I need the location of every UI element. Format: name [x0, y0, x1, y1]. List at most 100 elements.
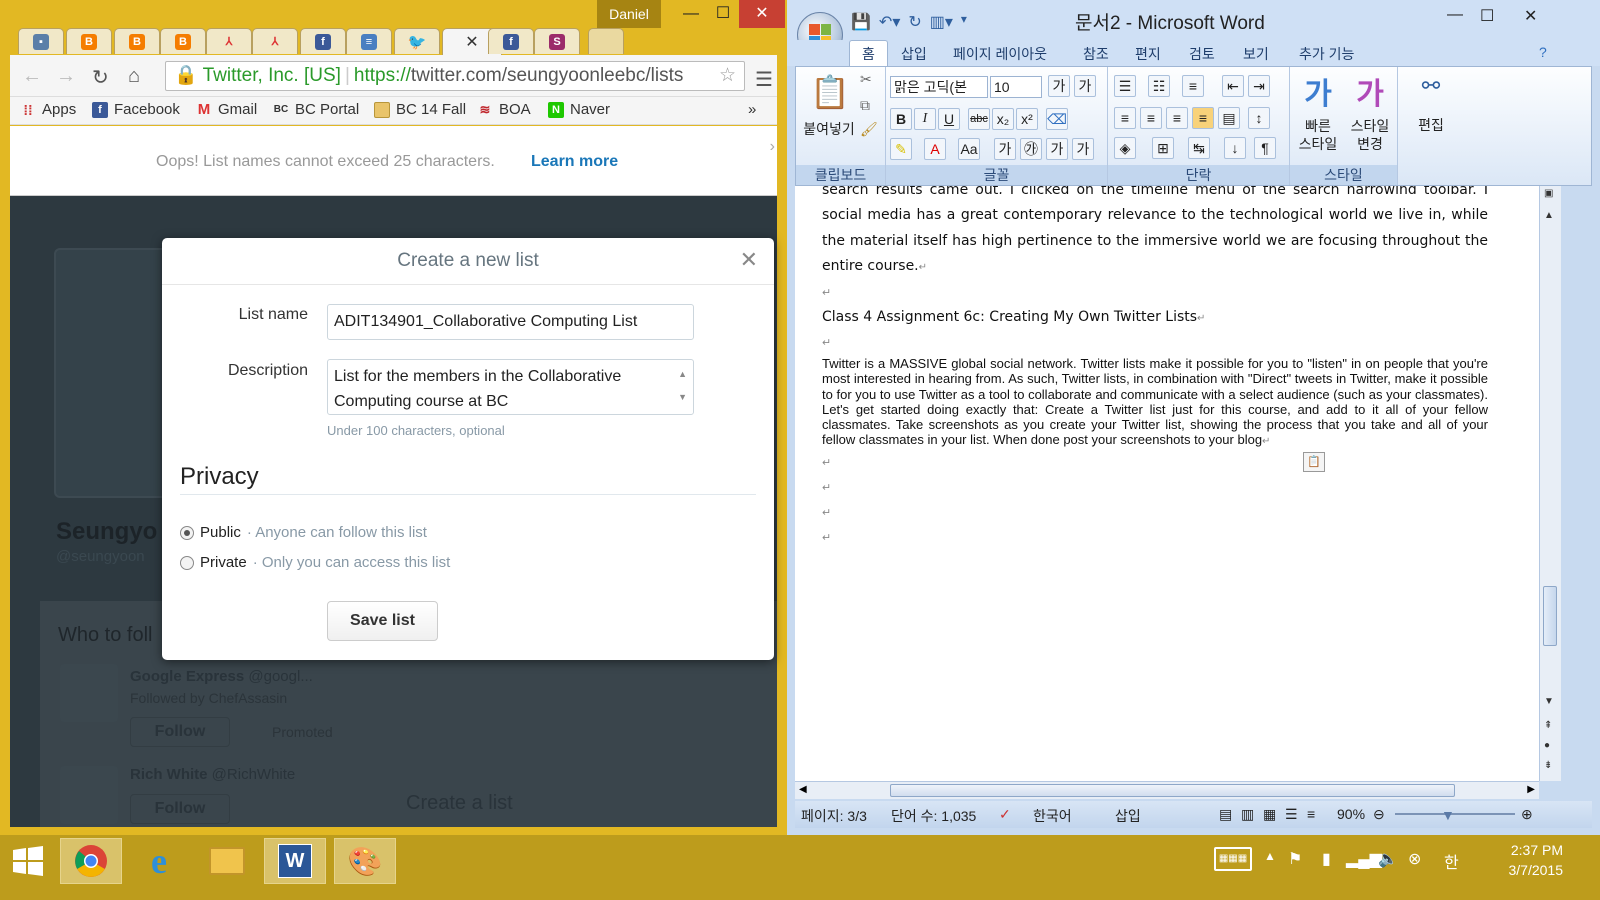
browser-tab[interactable]: f: [300, 28, 346, 54]
help-icon[interactable]: ?: [1539, 44, 1547, 60]
browser-tab[interactable]: ≡: [346, 28, 392, 54]
sort-icon[interactable]: ↓: [1224, 137, 1246, 159]
new-tab-button[interactable]: [588, 28, 624, 54]
scroll-down-icon[interactable]: ▼: [678, 385, 687, 410]
char-shading-icon[interactable]: 가: [994, 138, 1016, 160]
scroll-thumb[interactable]: [890, 784, 1455, 797]
justify-icon[interactable]: ≡: [1192, 107, 1214, 129]
bold-icon[interactable]: B: [890, 108, 912, 130]
insert-mode[interactable]: 삽입: [1115, 806, 1141, 826]
taskbar-word[interactable]: W: [264, 838, 326, 884]
bookmark-gmail[interactable]: M Gmail: [196, 101, 257, 118]
vertical-scrollbar[interactable]: ▣ ▲ ▼ ⇞ ● ⇟: [1539, 186, 1561, 781]
show-marks-icon[interactable]: ¶: [1254, 137, 1276, 159]
address-bar[interactable]: 🔒 Twitter, Inc. [US] | https://twitter.com…: [165, 61, 745, 91]
multilevel-list-icon[interactable]: ≡: [1182, 75, 1204, 97]
bookmark-bc-portal[interactable]: BC BC Portal: [273, 101, 359, 118]
scroll-right-icon[interactable]: ▶: [1527, 784, 1535, 795]
bookmark-bc-14-fall[interactable]: BC 14 Fall: [374, 101, 466, 118]
decrease-indent-icon[interactable]: ⇤: [1222, 75, 1244, 97]
zoom-out-icon[interactable]: ⊖: [1373, 806, 1385, 823]
char-border-icon[interactable]: 가: [1072, 138, 1094, 160]
binoculars-icon[interactable]: ⚯: [1410, 73, 1452, 99]
zoom-level[interactable]: 90%: [1337, 806, 1365, 822]
description-textarea[interactable]: List for the members in the Collaborativ…: [327, 359, 694, 415]
ruler-toggle-icon[interactable]: ▣: [1544, 188, 1553, 199]
show-hidden-icons[interactable]: ▲: [1264, 849, 1276, 863]
home-icon[interactable]: ⌂: [128, 65, 140, 88]
clear-format-icon[interactable]: ⌫: [1046, 108, 1068, 130]
tab-view[interactable]: 보기: [1243, 44, 1269, 64]
quick-styles-button[interactable]: 빠른 스타일: [1292, 117, 1344, 153]
tab-review[interactable]: 검토: [1189, 44, 1215, 64]
bookmark-star-icon[interactable]: ☆: [719, 62, 736, 90]
increase-indent-icon[interactable]: ⇥: [1248, 75, 1270, 97]
tab-mailings[interactable]: 편지: [1135, 44, 1161, 64]
paste-icon[interactable]: 📋: [804, 73, 856, 111]
browser-tab[interactable]: 🐦: [394, 28, 440, 54]
reload-icon[interactable]: ↻: [92, 65, 109, 90]
shrink-font-icon[interactable]: 가: [1074, 75, 1096, 97]
scroll-thumb[interactable]: [1543, 586, 1557, 646]
print-layout-icon[interactable]: ▤: [1219, 806, 1232, 823]
start-button[interactable]: [0, 838, 56, 884]
zoom-slider-thumb[interactable]: ▼: [1441, 807, 1455, 823]
bookmarks-overflow[interactable]: »: [748, 101, 756, 118]
borders-icon[interactable]: ⊞: [1152, 137, 1174, 159]
grow-font-icon[interactable]: 가: [1048, 75, 1070, 97]
horizontal-scrollbar[interactable]: ◀ ▶: [795, 781, 1539, 799]
browser-tab[interactable]: ▪: [18, 28, 64, 54]
tab-page-layout[interactable]: 페이지 레이아웃: [953, 44, 1047, 64]
superscript-icon[interactable]: x²: [1016, 108, 1038, 130]
volume-icon[interactable]: 🔈: [1378, 849, 1398, 869]
align-right-icon[interactable]: ≡: [1166, 107, 1188, 129]
proofing-icon[interactable]: ✓: [999, 806, 1011, 823]
enclose-char-icon[interactable]: ㉮: [1020, 138, 1042, 160]
text-direction-icon[interactable]: ↹: [1188, 137, 1210, 159]
italic-icon[interactable]: I: [914, 108, 936, 130]
previous-page-icon[interactable]: ⇞: [1544, 720, 1552, 731]
shading-icon[interactable]: ◈: [1114, 137, 1136, 159]
font-color-icon[interactable]: A: [924, 138, 946, 160]
next-page-icon[interactable]: ⇟: [1544, 760, 1552, 771]
change-styles-button[interactable]: 스타일 변경: [1344, 117, 1396, 153]
customize-qat-icon[interactable]: ▾: [961, 12, 967, 32]
web-layout-icon[interactable]: ▦: [1263, 806, 1276, 823]
close-icon[interactable]: ✕: [740, 248, 758, 272]
action-center-flag-icon[interactable]: ⚑: [1288, 849, 1302, 869]
browser-tab[interactable]: B: [66, 28, 112, 54]
taskbar-internet-explorer[interactable]: e: [128, 838, 190, 884]
browser-tab[interactable]: ⅄: [252, 28, 298, 54]
network-signal-icon[interactable]: ▂▄▆: [1346, 849, 1382, 869]
taskbar-file-explorer[interactable]: [196, 838, 258, 884]
chevron-right-icon[interactable]: ›: [770, 138, 775, 156]
tab-references[interactable]: 참조: [1083, 44, 1109, 64]
highlight-icon[interactable]: ✎: [890, 138, 912, 160]
page-count[interactable]: 페이지: 3/3: [801, 806, 867, 826]
minimize-button[interactable]: —: [675, 0, 707, 28]
distributed-icon[interactable]: ▤: [1218, 107, 1240, 129]
paste-options-icon[interactable]: 📋: [1303, 452, 1325, 472]
public-radio[interactable]: [180, 525, 194, 540]
numbering-icon[interactable]: ☷: [1148, 75, 1170, 97]
format-painter-icon[interactable]: 🖌: [860, 121, 878, 138]
cut-icon[interactable]: ✂: [860, 71, 872, 88]
bookmark-naver[interactable]: N Naver: [548, 101, 610, 118]
chrome-menu-icon[interactable]: ☰: [755, 67, 773, 92]
profile-user-badge[interactable]: Daniel: [597, 0, 661, 28]
maximize-button[interactable]: ☐: [1480, 6, 1494, 26]
close-window-button[interactable]: ✕: [739, 0, 785, 28]
bookmark-apps[interactable]: ⁞⁞ Apps: [20, 101, 76, 118]
scroll-down-icon[interactable]: ▼: [1544, 696, 1554, 707]
taskbar-chrome[interactable]: [60, 838, 122, 884]
tab-home[interactable]: 홈: [849, 40, 888, 67]
quick-styles-icon[interactable]: 가: [1296, 69, 1340, 113]
change-styles-icon[interactable]: 가: [1348, 69, 1392, 113]
system-clock[interactable]: 2:37 PM 3/7/2015: [1483, 840, 1564, 880]
scroll-up-icon[interactable]: ▲: [678, 362, 687, 387]
document-page[interactable]: search results came out, I clicked on th…: [795, 186, 1539, 781]
maximize-button[interactable]: ☐: [707, 0, 739, 28]
phonetic-icon[interactable]: 가: [1046, 138, 1068, 160]
close-tab-icon[interactable]: ✕: [465, 32, 478, 52]
undo-icon[interactable]: ↶▾: [879, 12, 900, 32]
